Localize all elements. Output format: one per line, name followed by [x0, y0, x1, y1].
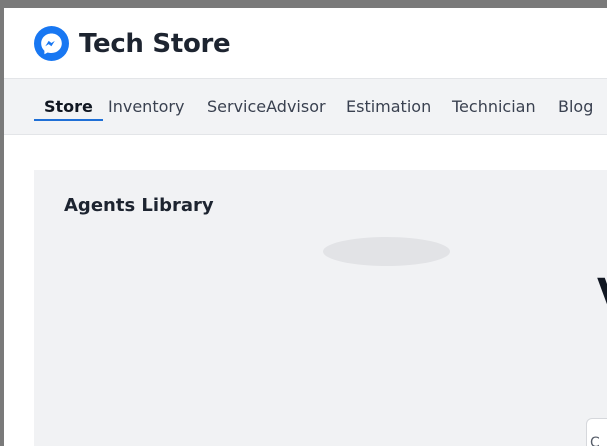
- app-header: Tech Store: [4, 8, 607, 79]
- partial-heading-text: V: [597, 270, 607, 318]
- messenger-icon[interactable]: [34, 26, 69, 61]
- agents-library-panel: Agents Library V C: [34, 170, 607, 446]
- loading-skeleton: [323, 237, 450, 266]
- app-title: Tech Store: [79, 29, 231, 59]
- messenger-icon-glyph: [41, 33, 62, 55]
- tab-blog[interactable]: Blog: [558, 79, 593, 135]
- tab-inventory[interactable]: Inventory: [108, 79, 184, 135]
- main-navbar: Store Inventory ServiceAdvisor Estimatio…: [4, 79, 607, 135]
- partial-card[interactable]: C: [586, 418, 607, 446]
- tab-store[interactable]: Store: [34, 79, 103, 135]
- section-heading: Agents Library: [64, 195, 214, 216]
- tab-serviceadvisor[interactable]: ServiceAdvisor: [207, 79, 326, 135]
- tab-estimation[interactable]: Estimation: [346, 79, 431, 135]
- tab-technician[interactable]: Technician: [452, 79, 536, 135]
- browser-window: Tech Store Store Inventory ServiceAdviso…: [4, 8, 607, 446]
- partial-card-glyph: C: [590, 435, 600, 446]
